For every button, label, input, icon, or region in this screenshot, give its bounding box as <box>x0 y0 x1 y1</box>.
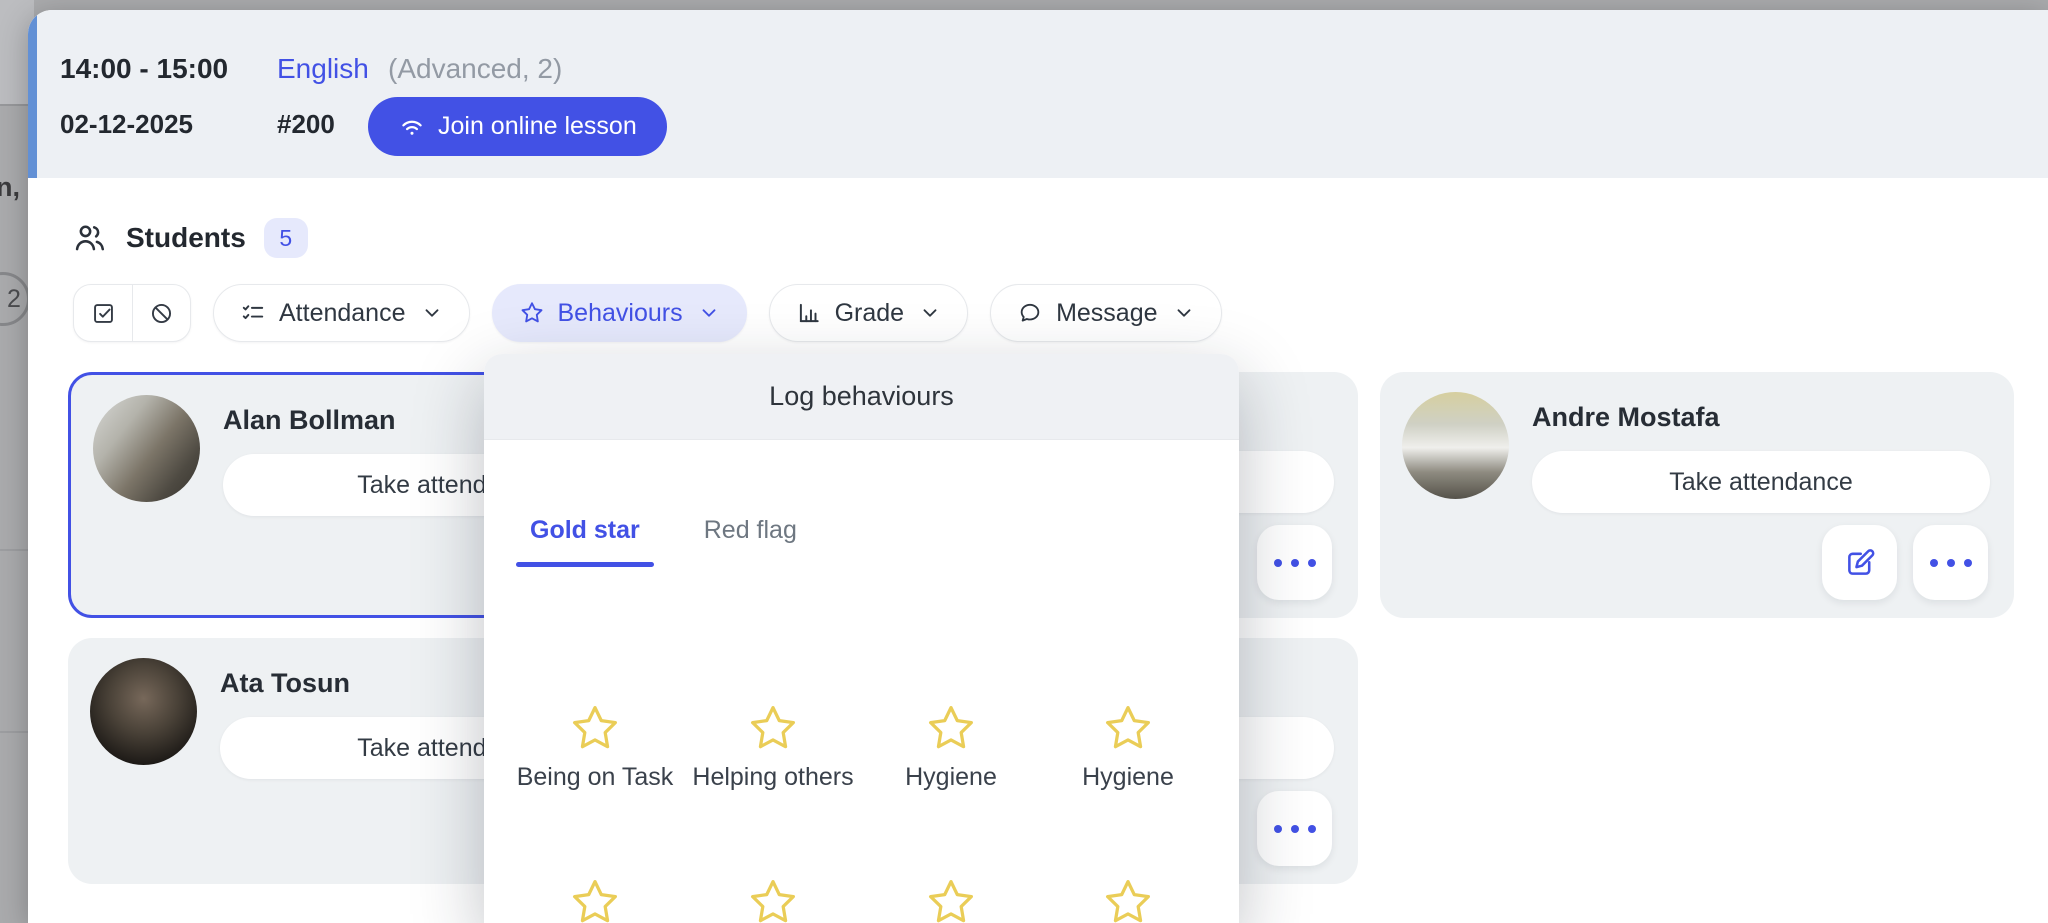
tab-gold-star[interactable]: Gold star <box>516 502 654 567</box>
students-heading: Students 5 <box>72 218 308 258</box>
ellipsis-icon <box>1274 825 1316 833</box>
behaviour-label: Hygiene <box>1082 763 1174 792</box>
lesson-subject-detail: (Advanced, 2) <box>388 53 562 85</box>
lesson-header: 14:00 - 15:00 English (Advanced, 2) 02-1… <box>28 10 2048 178</box>
lesson-subject-link[interactable]: English <box>277 53 369 85</box>
chevron-down-icon <box>919 302 941 324</box>
behaviour-label: Hygiene <box>905 763 997 792</box>
students-toolbar: Attendance Behaviours <box>73 284 1222 342</box>
bar-chart-icon <box>796 300 822 326</box>
gold-star-icon <box>569 876 621 923</box>
gold-star-icon <box>747 702 799 754</box>
gold-star-icon <box>925 702 977 754</box>
join-button-label: Join online lesson <box>438 112 637 141</box>
student-name: Ata Tosun <box>220 668 350 699</box>
screen: n, 2 14:00 - 15:00 English (Advanced, 2)… <box>0 0 2048 923</box>
gold-star-icon <box>569 702 621 754</box>
popup-header: Log behaviours <box>484 354 1239 440</box>
chevron-down-icon <box>421 302 443 324</box>
avatar-photo <box>90 658 197 765</box>
students-icon <box>72 220 108 256</box>
take-attendance-button[interactable]: Take attendance <box>1532 451 1990 513</box>
student-card-andre-mostafa[interactable]: Andre Mostafa Take attendance <box>1380 372 2014 618</box>
message-label: Message <box>1056 299 1157 328</box>
behaviour-option[interactable]: Being on Task <box>506 702 684 792</box>
lesson-number: #200 <box>277 109 335 140</box>
behaviour-label: Being on Task <box>517 763 674 792</box>
more-options-button[interactable] <box>1913 525 1988 600</box>
check-square-icon <box>90 300 117 327</box>
checklist-icon <box>240 300 266 326</box>
tab-red-flag[interactable]: Red flag <box>690 502 811 567</box>
log-behaviours-popup: Log behaviours Gold star Red flag Being … <box>484 354 1239 923</box>
popup-tabs: Gold star Red flag <box>516 502 811 567</box>
gold-star-icon <box>1102 702 1154 754</box>
behaviour-label: Helping others <box>692 763 853 792</box>
behaviour-option[interactable]: Hygiene <box>1039 702 1217 792</box>
bulk-select-group <box>73 284 191 342</box>
grade-dropdown-button[interactable]: Grade <box>769 284 968 342</box>
behaviours-dropdown-button[interactable]: Behaviours <box>492 284 747 342</box>
lesson-color-bar <box>28 10 37 178</box>
more-options-button[interactable] <box>1257 791 1332 866</box>
join-online-lesson-button[interactable]: Join online lesson <box>368 97 667 156</box>
wifi-icon <box>398 113 426 141</box>
grade-label: Grade <box>835 299 904 328</box>
lesson-date: 02-12-2025 <box>60 109 193 140</box>
lesson-time-range: 14:00 - 15:00 <box>60 53 228 85</box>
attendance-label: Attendance <box>279 299 406 328</box>
background-text-fragment: n, <box>0 172 20 203</box>
behaviour-option[interactable]: On task <box>506 876 684 923</box>
behaviour-option[interactable]: Hygiene <box>862 702 1040 792</box>
attendance-dropdown-button[interactable]: Attendance <box>213 284 470 342</box>
avatar-photo <box>1402 392 1509 499</box>
chevron-down-icon <box>698 302 720 324</box>
avatar-photo <box>93 395 200 502</box>
behaviour-option[interactable]: Taking Part <box>862 876 1040 923</box>
gold-star-icon <box>925 876 977 923</box>
behaviours-label: Behaviours <box>558 299 683 328</box>
behaviour-option[interactable]: Persistence <box>684 876 862 923</box>
gold-star-icon <box>1102 876 1154 923</box>
popup-title: Log behaviours <box>769 381 954 412</box>
edit-button[interactable] <box>1822 525 1897 600</box>
gold-star-icon <box>747 876 799 923</box>
chevron-down-icon <box>1173 302 1195 324</box>
behaviour-option[interactable]: Teamwork <box>1039 876 1217 923</box>
students-count-badge: 5 <box>264 218 308 258</box>
star-icon <box>519 300 545 326</box>
students-title: Students <box>126 222 246 254</box>
behaviour-option[interactable]: Helping others <box>684 702 862 792</box>
more-options-button[interactable] <box>1257 525 1332 600</box>
student-name: Andre Mostafa <box>1532 402 1720 433</box>
select-all-button[interactable] <box>74 284 132 342</box>
ban-icon <box>148 300 175 327</box>
clear-selection-button[interactable] <box>132 284 190 342</box>
edit-icon <box>1843 546 1877 580</box>
background-count-badge: 2 <box>0 272 30 326</box>
ellipsis-icon <box>1274 559 1316 567</box>
student-name: Alan Bollman <box>223 405 396 436</box>
ellipsis-icon <box>1930 559 1972 567</box>
chat-bubble-icon <box>1017 300 1043 326</box>
message-dropdown-button[interactable]: Message <box>990 284 1221 342</box>
